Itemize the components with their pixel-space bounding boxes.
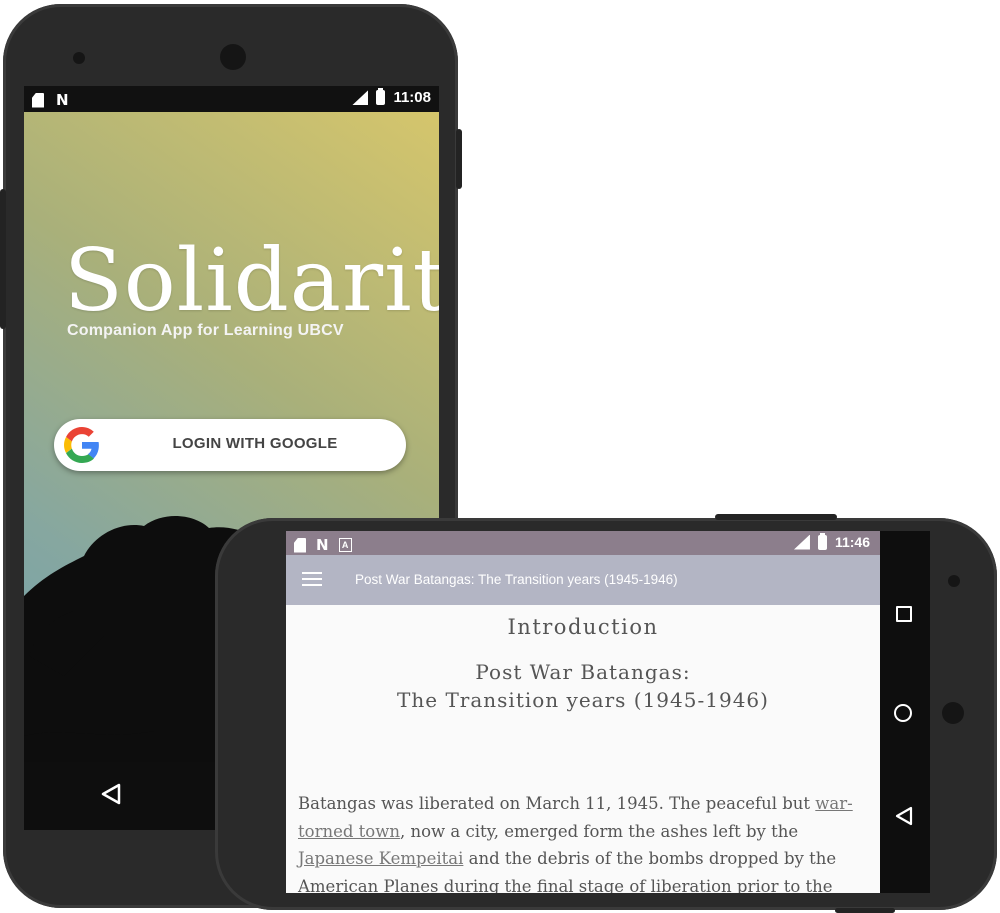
article-content: Introduction Post War Batangas: The Tran… [286,605,880,893]
lte-signal-icon [793,534,810,550]
login-with-google-button[interactable]: LOGIN WITH GOOGLE [54,419,406,471]
speaker [948,575,960,587]
bottom-button [835,908,895,913]
app-title: Solidarity [64,231,439,331]
battery-icon [376,88,386,105]
back-icon[interactable] [894,805,914,827]
sim-card-icon [32,92,44,108]
status-bar: N 11:08 [24,86,439,112]
article-title-line-2: The Transition years (1945-1946) [397,688,769,712]
lte-signal-icon [352,90,369,105]
side-button [456,129,462,189]
article-body: Batangas was liberated on March 11, 1945… [298,790,858,893]
app-subtitle: Companion App for Learning UBCV [67,322,344,339]
nfc-icon: N [316,536,329,554]
speaker [73,52,85,64]
app-toolbar: Post War Batangas: The Transition years … [286,555,880,605]
toolbar-title: Post War Batangas: The Transition years … [355,572,678,587]
top-button [715,514,837,520]
status-time: 11:46 [834,534,870,550]
front-camera [220,44,246,70]
side-button [0,189,6,329]
article-title: Post War Batangas: The Transition years … [286,658,880,714]
battery-icon [817,532,827,550]
body-text: Batangas was liberated on March 11, 1945… [298,794,816,813]
home-icon[interactable] [894,704,912,722]
login-button-label: LOGIN WITH GOOGLE [172,435,338,452]
navigation-bar [880,531,930,893]
body-text: , now a city, emerged form the ashes lef… [399,821,799,841]
link-japanese-kempeitai[interactable]: Japanese Kempeitai [298,849,463,868]
article-title-line-1: Post War Batangas: [475,660,691,684]
article-screen: N A 11:46 Post War Batangas: The Transit… [286,531,930,893]
recents-icon[interactable] [896,606,912,622]
front-camera [942,702,964,724]
nfc-icon: N [56,91,69,109]
back-icon[interactable] [100,782,122,806]
landscape-phone: N A 11:46 Post War Batangas: The Transit… [215,514,997,913]
menu-icon[interactable] [302,572,322,586]
status-bar: N A 11:46 [286,531,880,555]
sim-card-icon [294,537,306,553]
status-time: 11:08 [393,89,431,106]
a-icon: A [338,538,352,552]
section-heading: Introduction [507,615,659,639]
